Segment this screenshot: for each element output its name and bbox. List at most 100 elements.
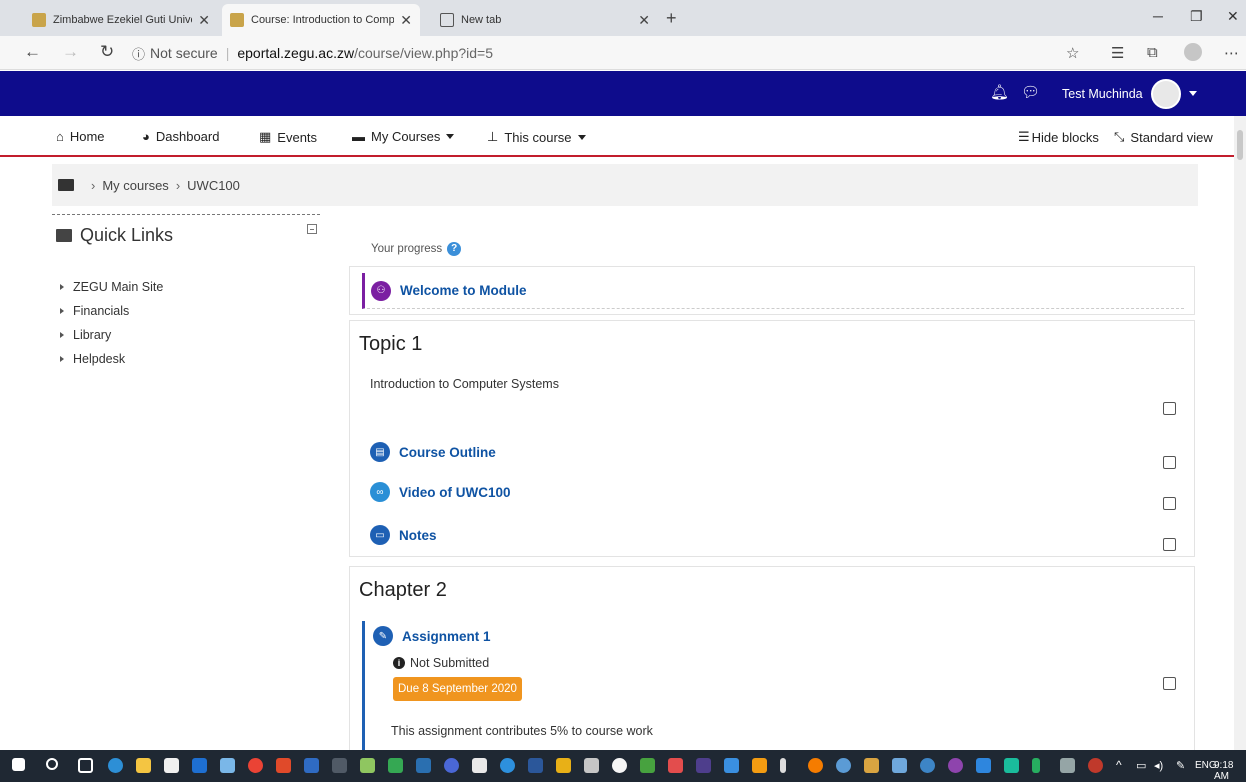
notes-link[interactable]: Notes — [399, 528, 437, 543]
nav-this-course[interactable]: ⊥ This course — [487, 129, 586, 145]
more-menu-icon[interactable]: ⋯ — [1224, 44, 1239, 62]
user-name[interactable]: Test Muchinda — [1062, 87, 1143, 101]
app-icon[interactable] — [472, 758, 487, 773]
assignment-link[interactable]: Assignment 1 — [402, 629, 491, 644]
app-icon[interactable] — [1060, 758, 1075, 773]
file-explorer-icon[interactable] — [136, 758, 151, 773]
browser-tab-newtab[interactable]: New tab ✕ — [432, 4, 658, 36]
app-icon[interactable] — [444, 758, 459, 773]
app-icon[interactable] — [584, 758, 599, 773]
tray-chevron-icon[interactable]: ^ — [1116, 758, 1122, 772]
close-tab-icon[interactable]: ✕ — [198, 12, 210, 29]
scrollbar-thumb[interactable] — [1237, 130, 1243, 160]
completion-checkbox[interactable] — [1163, 538, 1176, 551]
completion-checkbox[interactable] — [1163, 497, 1176, 510]
video-link[interactable]: Video of UWC100 — [399, 485, 511, 500]
welcome-link[interactable]: Welcome to Module — [400, 283, 527, 298]
user-avatar[interactable] — [1151, 79, 1181, 109]
app-icon[interactable] — [360, 758, 375, 773]
app-icon[interactable] — [892, 758, 907, 773]
nav-events[interactable]: ▦ Events — [259, 129, 317, 145]
course-outline-link[interactable]: Course Outline — [399, 445, 496, 460]
app-icon[interactable] — [668, 758, 683, 773]
app-icon[interactable] — [388, 758, 403, 773]
app-icon[interactable] — [780, 758, 786, 773]
breadcrumb-my-courses[interactable]: My courses — [102, 178, 168, 193]
app-icon[interactable] — [220, 758, 235, 773]
address-bar[interactable]: ⓘ Not secure | eportal.zegu.ac.zw /cours… — [132, 41, 1050, 65]
close-tab-icon[interactable]: ✕ — [400, 12, 412, 29]
help-question-icon[interactable]: ? — [447, 242, 462, 256]
page-window-icon: ▭ — [370, 525, 390, 545]
app-icon[interactable] — [724, 758, 739, 773]
outlook-icon[interactable] — [192, 758, 207, 773]
new-tab-plus-icon[interactable]: + — [666, 8, 677, 29]
close-tab-icon[interactable]: ✕ — [638, 12, 650, 29]
back-arrow-icon[interactable]: ← — [24, 42, 41, 62]
window-close-icon[interactable]: ✕ — [1227, 8, 1239, 25]
forward-arrow-icon[interactable]: → — [62, 42, 79, 62]
quick-link-helpdesk[interactable]: Helpdesk — [60, 347, 163, 371]
browser-tab-course[interactable]: Course: Introduction to Computer Systems… — [222, 4, 420, 36]
store-icon[interactable] — [164, 758, 179, 773]
favorites-list-icon[interactable]: ☰ — [1111, 44, 1124, 62]
task-view-icon[interactable] — [78, 758, 93, 773]
app-icon[interactable] — [1032, 758, 1040, 773]
app-icon[interactable] — [556, 758, 571, 773]
browser-tab-zegu[interactable]: Zimbabwe Ezekiel Guti University ✕ — [24, 4, 218, 36]
app-icon[interactable] — [948, 758, 963, 773]
collections-icon[interactable]: ⧉ — [1147, 44, 1158, 61]
app-icon[interactable] — [416, 758, 431, 773]
clock-time[interactable]: 9:18 AM — [1214, 760, 1246, 782]
minimize-icon[interactable]: ─ — [1153, 8, 1163, 24]
reload-icon[interactable]: ↻ — [100, 42, 114, 62]
word-icon[interactable] — [528, 758, 543, 773]
app-icon[interactable] — [864, 758, 879, 773]
photoshop-icon[interactable] — [304, 758, 319, 773]
completion-checkbox[interactable] — [1163, 456, 1176, 469]
notification-bell-icon[interactable]: 🔔︎ — [990, 83, 1009, 101]
hide-blocks-toggle[interactable]: ☰ Hide blocks — [1018, 129, 1099, 145]
app-icon[interactable] — [612, 758, 627, 773]
windows-start-icon[interactable] — [12, 758, 25, 771]
search-icon[interactable] — [46, 758, 58, 770]
quick-link-zegu-main-site[interactable]: ZEGU Main Site — [60, 275, 163, 299]
collapse-block-icon[interactable] — [307, 224, 317, 234]
after-effects-icon[interactable] — [696, 758, 711, 773]
breadcrumb-course[interactable]: UWC100 — [187, 178, 240, 193]
app-icon[interactable] — [920, 758, 935, 773]
messages-chat-icon[interactable]: 💬︎ — [1021, 83, 1040, 101]
app-icon[interactable] — [836, 758, 851, 773]
app-icon[interactable] — [1088, 758, 1103, 773]
file-document-icon: ▤ — [370, 442, 390, 462]
edge-browser-icon[interactable] — [108, 758, 123, 773]
nav-my-courses[interactable]: ▬ My Courses — [352, 129, 455, 144]
restore-icon[interactable]: ❐ — [1190, 8, 1203, 25]
info-circle-icon[interactable]: ⓘ — [132, 44, 145, 63]
app-icon[interactable] — [808, 758, 823, 773]
app-icon[interactable] — [1004, 758, 1019, 773]
app-icon[interactable] — [976, 758, 991, 773]
app-icon[interactable] — [500, 758, 515, 773]
volume-icon[interactable]: ◂) — [1154, 759, 1163, 772]
page-scrollbar[interactable] — [1234, 116, 1246, 750]
pen-icon[interactable]: ✎ — [1176, 759, 1185, 772]
app-icon[interactable] — [332, 758, 347, 773]
nav-home[interactable]: ⌂ Home — [56, 129, 105, 144]
chrome-icon[interactable] — [248, 758, 263, 773]
completion-checkbox[interactable] — [1163, 402, 1176, 415]
nav-this-course-label: This course — [504, 129, 572, 145]
quick-link-library[interactable]: Library — [60, 323, 163, 347]
browser-profile-icon[interactable] — [1184, 43, 1202, 61]
favorite-star-icon[interactable]: ☆ — [1066, 44, 1079, 62]
app-icon[interactable] — [752, 758, 767, 773]
app-icon[interactable] — [276, 758, 291, 773]
completion-checkbox[interactable] — [1163, 677, 1176, 690]
nav-dashboard[interactable]: ◕ Dashboard — [142, 129, 219, 144]
folder-open-icon[interactable] — [58, 179, 74, 191]
network-icon[interactable]: ▭ — [1136, 759, 1146, 772]
dreamweaver-icon[interactable] — [640, 758, 655, 773]
user-menu-caret-icon[interactable] — [1189, 91, 1197, 96]
standard-view-toggle[interactable]: ⤡ Standard view — [1114, 129, 1213, 145]
quick-link-financials[interactable]: Financials — [60, 299, 163, 323]
